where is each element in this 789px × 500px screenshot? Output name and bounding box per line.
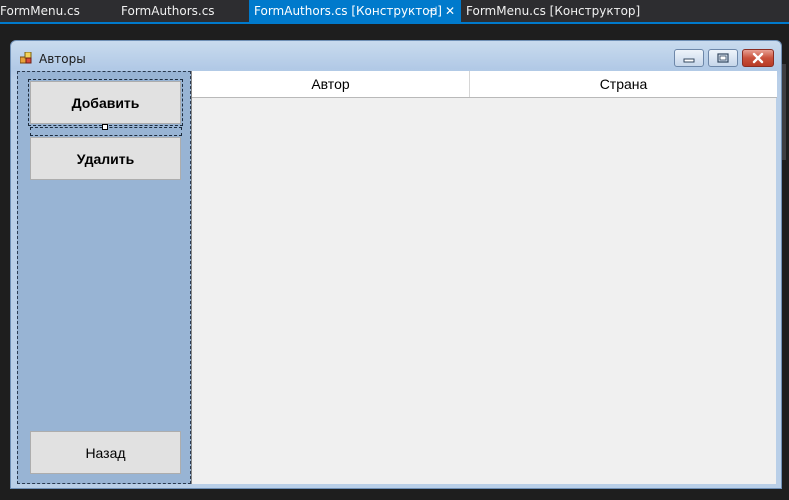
tab-formmenu-cs[interactable]: FormMenu.cs [0, 0, 80, 22]
document-tab-strip: FormMenu.cs FormAuthors.cs FormAuthors.c… [0, 0, 789, 22]
form-titlebar[interactable]: Авторы [11, 41, 781, 71]
form-app-icon [20, 52, 32, 64]
add-button[interactable]: Добавить [28, 79, 183, 126]
tab-formauthors-cs[interactable]: FormAuthors.cs [121, 0, 215, 22]
minimize-button[interactable] [674, 49, 704, 67]
close-button[interactable] [742, 49, 774, 67]
delete-button[interactable]: Удалить [30, 137, 181, 180]
form-window[interactable]: Авторы Добавить Удалить Назад Автор Стра… [10, 40, 782, 489]
back-button[interactable]: Назад [30, 431, 181, 474]
tab-formmenu-designer[interactable]: FormMenu.cs [Конструктор] [466, 0, 640, 22]
tab-label: FormMenu.cs [Конструктор] [466, 4, 641, 18]
form-client-area: Добавить Удалить Назад Автор Страна [17, 71, 777, 484]
grid-header: Автор Страна [192, 71, 777, 98]
column-header-author[interactable]: Автор [192, 71, 470, 97]
minimize-icon [683, 58, 695, 63]
resize-handle[interactable] [102, 124, 108, 130]
button-panel[interactable]: Добавить Удалить Назад [17, 71, 191, 484]
authors-data-grid[interactable]: Автор Страна [191, 71, 777, 484]
tab-label: FormAuthors.cs [Конструктор] [254, 4, 442, 18]
maximize-icon [717, 53, 729, 63]
back-button-label: Назад [85, 444, 126, 461]
tab-formauthors-designer[interactable]: FormAuthors.cs [Конструктор] ⊣ ✕ [249, 0, 461, 22]
pin-icon[interactable]: ⊣ [427, 0, 437, 22]
tab-close-icon[interactable]: ✕ [445, 0, 455, 22]
tab-label: FormMenu.cs [0, 4, 80, 18]
tab-label: FormAuthors.cs [121, 4, 215, 18]
delete-button-label: Удалить [76, 150, 135, 167]
column-header-country[interactable]: Страна [470, 71, 777, 97]
close-icon [752, 52, 764, 64]
form-title: Авторы [39, 52, 86, 66]
add-button-label: Добавить [71, 94, 140, 111]
designer-scroll-edge [782, 64, 786, 160]
maximize-button[interactable] [708, 49, 738, 67]
